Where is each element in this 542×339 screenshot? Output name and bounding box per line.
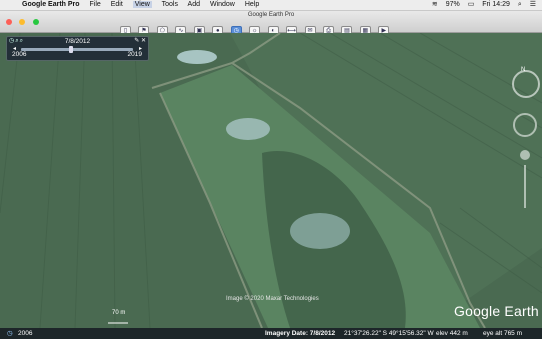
status-bar: ◷ 2006 Imagery Date: 7/8/2012 21°37'26.2…: [0, 328, 542, 339]
eye-altitude: eye alt 765 m: [483, 330, 523, 337]
menu-help[interactable]: Help: [245, 1, 259, 8]
window-title: Google Earth Pro: [247, 12, 295, 18]
menu-view[interactable]: View: [132, 1, 152, 8]
status-year: 2006: [18, 330, 33, 337]
menu-add[interactable]: Add: [188, 1, 200, 8]
time-slider-track[interactable]: [21, 46, 133, 53]
battery-icon[interactable]: ▭: [468, 1, 475, 8]
menu-app-name[interactable]: Google Earth Pro: [22, 1, 80, 8]
close-window-button[interactable]: [6, 19, 12, 25]
pond-top: [177, 50, 217, 64]
battery-percent[interactable]: 97%: [446, 1, 460, 8]
navigation-controls: N: [510, 67, 540, 210]
google-earth-logo: Google Earth: [454, 303, 539, 319]
zoom-window-button[interactable]: [32, 19, 39, 25]
menu-status-area: ≋ 97% ▭ Fri 14:29 ⌕ ☰: [426, 0, 536, 10]
time-slider-start-year: 2006: [12, 51, 27, 58]
app-menu-list: Google Earth Pro File Edit View Tools Ad…: [22, 0, 267, 10]
menu-file[interactable]: File: [90, 1, 101, 8]
menu-window[interactable]: Window: [210, 1, 235, 8]
satellite-map-view[interactable]: N: [0, 33, 542, 328]
time-slider-date: 7/8/2012: [64, 38, 91, 45]
menu-list-icon[interactable]: ☰: [530, 1, 536, 8]
historical-imagery-slider: ◷⌕⌕ ✎ ✕ 7/8/2012 ◂ ▸ 2006 2019: [6, 36, 149, 61]
cursor-coordinates: 21°37'26.22" S 49°15'56.32" W: [344, 330, 434, 337]
imagery-copyright: Image © 2020 Maxar Technologies: [226, 296, 319, 302]
pond-lower: [290, 213, 350, 249]
menu-edit[interactable]: Edit: [111, 1, 123, 8]
imagery-date: Imagery Date: 7/8/2012: [265, 330, 336, 337]
minimize-window-button[interactable]: [19, 19, 26, 25]
menu-clock[interactable]: Fri 14:29: [482, 1, 510, 8]
menu-tools[interactable]: Tools: [162, 1, 178, 8]
wifi-icon[interactable]: ≋: [432, 1, 438, 8]
move-control[interactable]: [513, 113, 537, 137]
search-icon[interactable]: ⌕: [518, 1, 522, 8]
elevation: elev 442 m: [436, 330, 468, 337]
mac-menu-bar: Google Earth Pro File Edit View Tools Ad…: [0, 0, 542, 11]
clock-icon[interactable]: ◷: [7, 328, 13, 339]
window-toolbar: Google Earth Pro ▯ ⚑ ⬠ ∿ ▣ ● ◷ ☼ ◐ ⟷ ✉ ⎙…: [0, 11, 542, 37]
satellite-imagery: [0, 33, 542, 328]
time-slider-end-year: 2019: [127, 51, 142, 58]
street-view-icon[interactable]: [520, 150, 530, 160]
time-slider-handle[interactable]: [69, 46, 73, 53]
scale-label: 70 m: [112, 310, 126, 316]
pond-middle: [226, 118, 270, 140]
nav-graphics: [513, 113, 537, 208]
